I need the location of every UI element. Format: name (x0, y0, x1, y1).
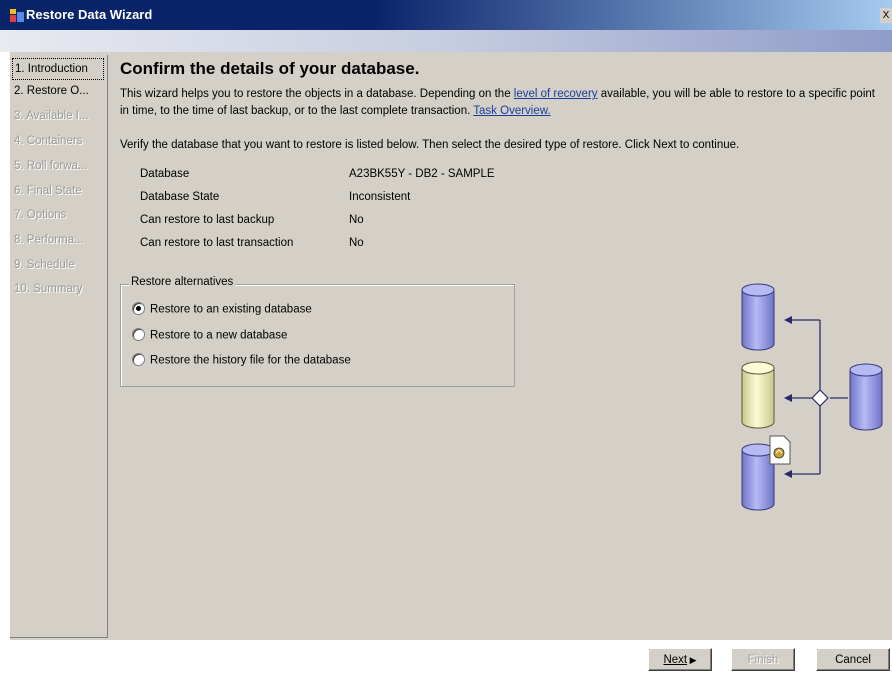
option-new-database[interactable]: Restore to a new database (132, 328, 288, 347)
step-final-state: 6. Final State (14, 185, 82, 197)
source-database-cylinder (741, 283, 775, 351)
option-existing-database[interactable]: Restore to an existing database (132, 302, 312, 321)
title-bar: Restore Data Wizard X (0, 0, 892, 30)
radio-new-database[interactable] (132, 328, 145, 341)
restore-last-backup-label: Can restore to last backup (140, 214, 275, 226)
finish-button: Finish (731, 648, 795, 671)
step-restore-objects[interactable]: 2. Restore O... (12, 81, 106, 101)
header-banner (0, 30, 892, 52)
step-performance: 8. Performa... (14, 234, 84, 246)
diamond-junction (811, 389, 829, 407)
step-available-images: 3. Available I... (14, 110, 89, 122)
option-history-file[interactable]: Restore the history file for the databas… (132, 353, 351, 372)
step-roll-forward: 5. Roll forwa... (14, 160, 88, 172)
next-button[interactable]: Next ▶ (648, 648, 712, 671)
target-database-cylinder (741, 361, 775, 429)
radio-history-file[interactable] (132, 353, 145, 366)
database-state-label: Database State (140, 191, 220, 203)
step-options: 7. Options (14, 209, 67, 221)
database-restore-diagram-icon (741, 283, 883, 511)
close-button[interactable]: X (880, 8, 892, 23)
app-icon (10, 9, 24, 22)
page-title: Confirm the details of your database. (120, 59, 420, 78)
backup-file-icon (769, 435, 791, 465)
intro-text: This wizard helps you to restore the obj… (120, 86, 885, 120)
step-containers: 4. Containers (14, 135, 83, 147)
verify-instructions: Verify the database that you want to res… (120, 139, 740, 151)
option-new-database-label: Restore to a new database (150, 329, 288, 342)
database-label: Database (140, 168, 190, 180)
cancel-button[interactable]: Cancel (816, 648, 890, 671)
database-value: A23BK55Y - DB2 - SAMPLE (349, 168, 495, 180)
restore-last-transaction-value: No (349, 237, 364, 249)
restore-last-backup-value: No (349, 214, 364, 226)
next-arrow-icon: ▶ (687, 655, 697, 665)
window-title: Restore Data Wizard (26, 7, 153, 22)
level-of-recovery-link[interactable]: level of recovery (514, 88, 598, 100)
task-overview-link[interactable]: Task Overview. (473, 105, 550, 117)
step-navigation: 1. Introduction 2. Restore O... 3. Avail… (10, 55, 108, 638)
option-existing-database-label: Restore to an existing database (150, 303, 312, 316)
intro-text-part1: This wizard helps you to restore the obj… (120, 88, 514, 100)
step-summary: 10. Summary (14, 283, 83, 295)
step-schedule: 9. Schedule (14, 259, 75, 271)
restore-last-transaction-label: Can restore to last transaction (140, 237, 294, 249)
step-introduction[interactable]: 1. Introduction (12, 58, 104, 80)
database-state-value: Inconsistent (349, 191, 411, 203)
restored-database-cylinder (849, 363, 883, 431)
restore-alternatives-title: Restore alternatives (129, 276, 236, 288)
option-history-file-label: Restore the history file for the databas… (150, 354, 351, 367)
radio-existing-database[interactable] (132, 302, 145, 315)
backup-database-cylinder (741, 443, 775, 511)
next-button-label: Next (663, 654, 688, 666)
